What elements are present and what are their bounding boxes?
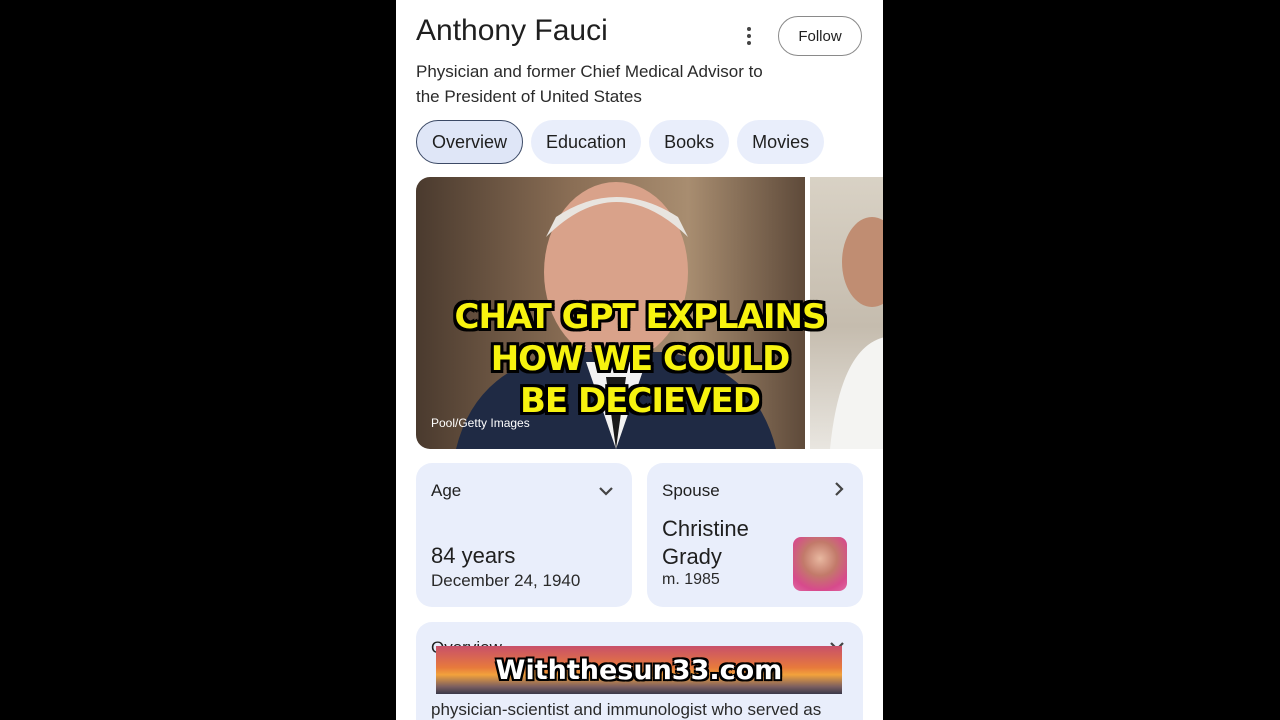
- marriage-year: m. 1985: [662, 571, 720, 588]
- age-label: Age: [431, 481, 462, 500]
- caption-line: HOW WE COULD: [490, 339, 791, 379]
- tab-overview[interactable]: Overview: [416, 120, 524, 164]
- page-subtitle: Physician and former Chief Medical Advis…: [416, 62, 763, 106]
- page-title: Anthony Fauci: [416, 14, 608, 47]
- banner-text: Withthesun33.com: [495, 654, 783, 686]
- tab-movies[interactable]: Movies: [737, 120, 825, 164]
- age-card[interactable]: Age 84 years December 24, 1940: [416, 463, 632, 607]
- spouse-card[interactable]: Spouse Christine Grady m. 1985: [647, 463, 863, 607]
- watermark-banner: Withthesun33.com: [436, 646, 842, 694]
- tab-bar: Overview Education Books Movies: [416, 120, 825, 164]
- chevron-down-icon[interactable]: [598, 481, 614, 502]
- birth-date: December 24, 1940: [431, 571, 581, 590]
- spouse-avatar[interactable]: [793, 537, 847, 591]
- spouse-name[interactable]: Christine Grady: [662, 515, 782, 571]
- caption-line: BE DECIEVED: [519, 381, 761, 421]
- video-caption: CHAT GPT EXPLAINS HOW WE COULD BE DECIEV…: [380, 296, 900, 422]
- chevron-right-icon[interactable]: [833, 481, 845, 502]
- overview-text: physician-scientist and immunologist who…: [431, 700, 822, 719]
- tab-books[interactable]: Books: [649, 120, 730, 164]
- caption-line: CHAT GPT EXPLAINS: [454, 297, 827, 337]
- spouse-label: Spouse: [662, 481, 720, 500]
- age-value: 84 years: [431, 543, 516, 568]
- more-vert-icon[interactable]: [739, 24, 759, 48]
- follow-button[interactable]: Follow: [778, 16, 862, 56]
- tab-education[interactable]: Education: [531, 120, 642, 164]
